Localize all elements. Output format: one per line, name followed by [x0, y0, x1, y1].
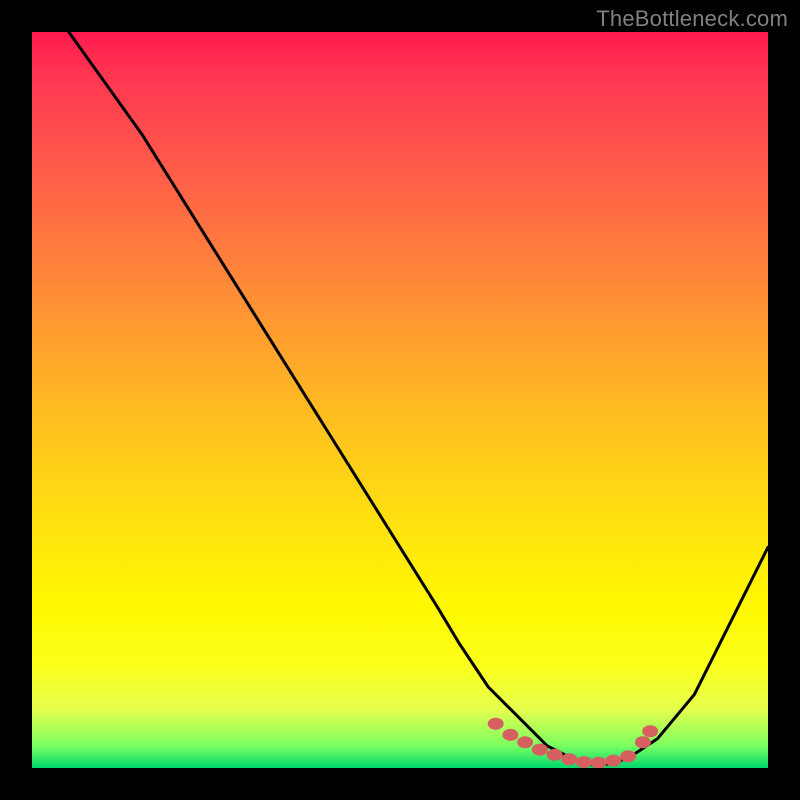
marker-dot: [517, 736, 533, 748]
marker-dot: [605, 755, 621, 767]
attribution-text: TheBottleneck.com: [596, 6, 788, 32]
marker-dot: [488, 718, 504, 730]
bottleneck-curve: [69, 32, 768, 764]
marker-dot: [576, 756, 592, 768]
marker-dot: [642, 725, 658, 737]
marker-dot: [635, 736, 651, 748]
marker-dot: [561, 753, 577, 765]
chart-svg: [32, 32, 768, 768]
marker-dot: [502, 729, 518, 741]
plot-area: [32, 32, 768, 768]
marker-dot: [547, 749, 563, 761]
marker-dot: [620, 750, 636, 762]
chart-frame: TheBottleneck.com: [0, 0, 800, 800]
marker-dot: [591, 757, 607, 768]
marker-dot: [532, 744, 548, 756]
marker-group: [488, 718, 659, 768]
